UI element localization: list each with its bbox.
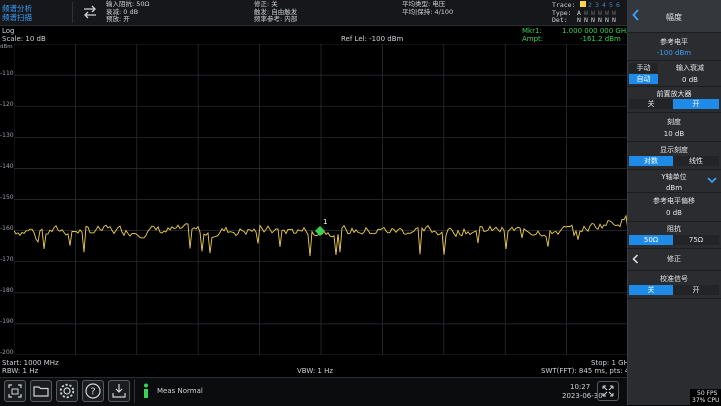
- y-tick: -120: [0, 101, 14, 108]
- save-icon[interactable]: [108, 380, 130, 402]
- divider: [627, 270, 721, 271]
- atten-auto-button[interactable]: 自动: [629, 74, 658, 84]
- calib-signal-label: 校准信号: [660, 275, 688, 283]
- divider: [627, 60, 721, 61]
- divider: [627, 221, 721, 222]
- ref-offset-button[interactable]: 参考电平偏移 0 dB: [627, 193, 721, 219]
- y-tick: -200: [0, 349, 14, 356]
- plot-grid: [14, 44, 628, 355]
- divider: [627, 141, 721, 142]
- trigger-status: 修正: 关 触发: 自由触发 频率参考: 内部: [254, 0, 298, 24]
- input-status: 输入阻抗: 50Ω 衰减: 0 dB 预放: 开: [106, 0, 150, 24]
- atten-label: 输入衰减: [676, 64, 704, 72]
- divider: [134, 379, 135, 403]
- input-attenuation-button[interactable]: 输入衰减 0 dB: [660, 63, 720, 84]
- help-icon[interactable]: ?: [82, 380, 104, 402]
- scale-value[interactable]: Scale: 10 dB: [2, 35, 46, 43]
- correction-label: 修正: [667, 255, 681, 263]
- scale-button[interactable]: 刻度 10 dB: [627, 113, 721, 139]
- preamp-label: 前置放大器: [656, 90, 692, 98]
- back-arrow-icon[interactable]: [632, 254, 639, 266]
- calib-on-button[interactable]: 开: [673, 285, 719, 295]
- mode-subtitle[interactable]: 频谱扫描: [2, 12, 32, 23]
- y-tick: -170: [0, 256, 14, 263]
- ref-level-value: -100 dBm: [656, 49, 692, 57]
- ref-offset-value: 0 dB: [666, 209, 682, 217]
- clock-time: 10:27: [570, 383, 591, 391]
- divider: [627, 298, 721, 299]
- cpu-readout: 37% CPU: [692, 397, 720, 404]
- fps-readout: 50 FPS: [697, 390, 718, 397]
- settings-icon[interactable]: [56, 380, 78, 402]
- det-label: Det:: [552, 16, 568, 24]
- preamp-on-button[interactable]: 开: [673, 99, 719, 109]
- y-tick: -150: [0, 194, 14, 201]
- y-tick: -130: [0, 132, 14, 139]
- status-message: Meas Normal: [157, 387, 203, 395]
- y-tick: -160: [0, 225, 14, 232]
- y-tick: -180: [0, 287, 14, 294]
- ref-level[interactable]: Ref Lel: -100 dBm: [341, 35, 403, 43]
- display-log-button[interactable]: 对数: [629, 156, 673, 166]
- trace-det: N: [612, 16, 616, 24]
- scale-type: Log: [2, 27, 15, 35]
- y-unit: dBm: [0, 44, 13, 50]
- amplitude-label: Ampt:: [522, 35, 544, 43]
- spectrum-plot[interactable]: 1: [14, 44, 628, 355]
- trace-det: N: [605, 16, 609, 24]
- atten-value: 0 dB: [682, 76, 698, 84]
- calib-off-button[interactable]: 关: [629, 285, 673, 295]
- divider: [72, 2, 73, 23]
- scale-panel-value: 10 dB: [663, 130, 685, 138]
- impedance-label: 阻抗: [667, 225, 681, 233]
- marker-label: Mkr1:: [522, 27, 542, 35]
- chevron-down-icon[interactable]: [707, 177, 717, 186]
- freq-reference: 频率参考: 内部: [254, 15, 298, 23]
- correction-button[interactable]: 修正: [627, 249, 721, 269]
- y-tick: -190: [0, 318, 14, 325]
- ref-level-label: 参考电平: [660, 38, 688, 46]
- swap-icon[interactable]: [82, 5, 98, 21]
- y-tick: -140: [0, 163, 14, 170]
- trace-det: N: [577, 16, 581, 24]
- vbw-value[interactable]: VBW: 1 Hz: [297, 367, 333, 375]
- trace-det: N: [584, 16, 588, 24]
- divider: [627, 86, 721, 87]
- svg-text:?: ?: [90, 387, 95, 398]
- impedance-50-button[interactable]: 50Ω: [629, 235, 673, 245]
- average-status: 平均类型: 电压 平均|保持: 4/100: [402, 0, 454, 16]
- display-scale-label: 显示刻度: [660, 146, 688, 154]
- folder-icon[interactable]: [30, 380, 52, 402]
- ref-level-button[interactable]: 参考电平 -100 dBm: [627, 33, 721, 59]
- y-tick: -110: [0, 70, 14, 77]
- info-icon: [140, 383, 152, 398]
- marker-frequency[interactable]: 1.000 000 000 GHz: [562, 27, 630, 35]
- start-frequency[interactable]: Start: 1000 MHz: [2, 359, 59, 367]
- trace-det: N: [591, 16, 595, 24]
- rbw-value[interactable]: RBW: 1 Hz: [2, 367, 38, 375]
- amplitude-value: -161.2 dBm: [580, 35, 621, 43]
- screenshot-icon[interactable]: [4, 380, 26, 402]
- impedance-75-button[interactable]: 75Ω: [673, 235, 719, 245]
- atten-manual-button[interactable]: 手动: [629, 63, 658, 73]
- fullscreen-icon[interactable]: [597, 381, 619, 401]
- ref-offset-label: 参考电平偏移: [653, 197, 695, 205]
- preamp: 预放: 开: [106, 15, 130, 23]
- panel-title: 幅度: [666, 13, 682, 22]
- preamp-off-button[interactable]: 关: [629, 99, 673, 109]
- scale-label: 刻度: [667, 118, 681, 126]
- trace-det: N: [598, 16, 602, 24]
- display-linear-button[interactable]: 线性: [673, 156, 719, 166]
- marker-number: 1: [323, 218, 327, 226]
- trace-status[interactable]: Trace: 23456 Type: AWWWWW Det: NNNNNN: [552, 1, 621, 25]
- average-hold: 平均|保持: 4/100: [402, 7, 454, 16]
